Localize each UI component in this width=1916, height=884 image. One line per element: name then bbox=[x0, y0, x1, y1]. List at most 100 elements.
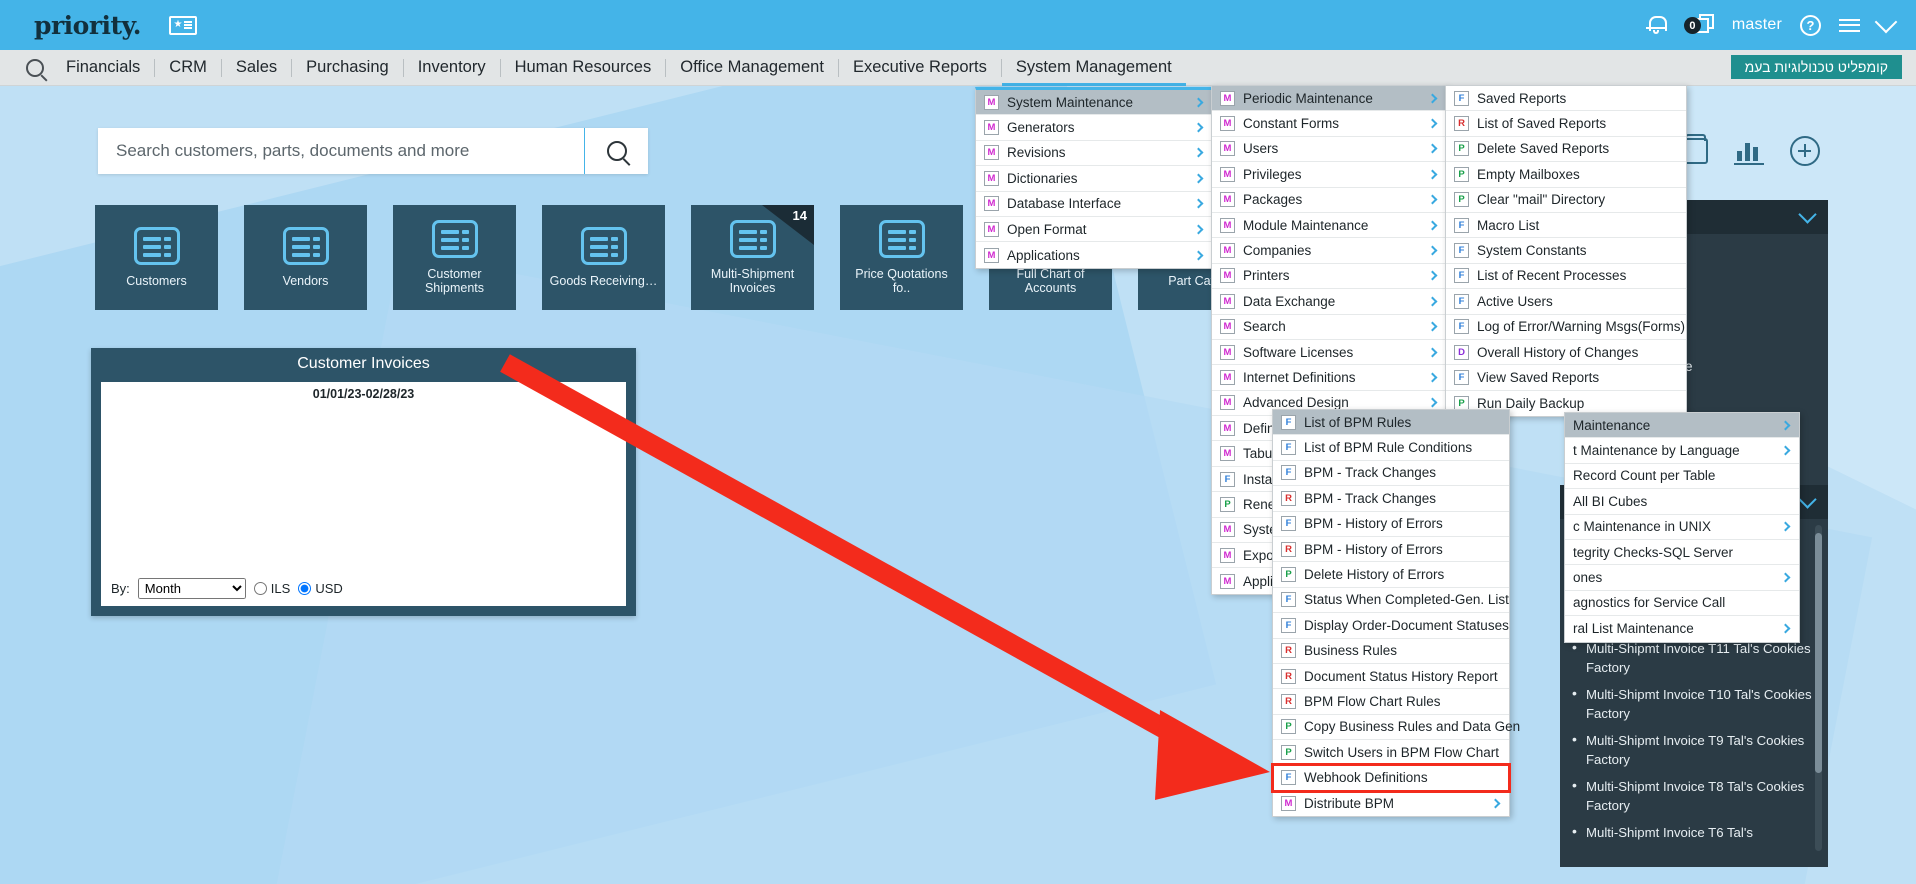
menu-item[interactable]: F Log of Error/Warning Msgs(Forms) bbox=[1446, 315, 1686, 340]
messages-icon[interactable]: 0 bbox=[1683, 13, 1714, 37]
menu-item[interactable]: P Empty Mailboxes bbox=[1446, 162, 1686, 188]
menu-item[interactable]: P Copy Business Rules and Data Gen bbox=[1273, 715, 1520, 741]
menu-item[interactable]: M Search bbox=[1212, 315, 1446, 340]
menu-item[interactable]: P Delete History of Errors bbox=[1273, 562, 1509, 588]
menu-item[interactable]: R List of Saved Reports bbox=[1446, 111, 1686, 137]
menu-item[interactable]: D Overall History of Changes bbox=[1446, 340, 1686, 366]
tile-customer-shipments[interactable]: Customer Shipments bbox=[393, 205, 516, 310]
menu-item[interactable]: P Clear "mail" Directory bbox=[1446, 188, 1686, 213]
menu-item[interactable]: M Revisions bbox=[976, 141, 1212, 167]
menu-item[interactable]: F BPM - History of Errors bbox=[1273, 512, 1509, 537]
menu-item[interactable]: P Delete Saved Reports bbox=[1446, 137, 1686, 163]
notification-bell-icon[interactable] bbox=[1645, 14, 1667, 36]
menu-item[interactable]: M Privileges bbox=[1212, 162, 1446, 188]
help-icon[interactable]: ? bbox=[1800, 14, 1821, 36]
menu-item[interactable]: F Webhook Definitions bbox=[1271, 763, 1511, 793]
menu-item[interactable]: All BI Cubes bbox=[1565, 489, 1799, 515]
menu-item[interactable]: M Module Maintenance bbox=[1212, 213, 1446, 239]
menu-item[interactable]: M Software Licenses bbox=[1212, 340, 1446, 366]
menu-item[interactable]: tegrity Checks-SQL Server bbox=[1565, 540, 1799, 566]
notification-item[interactable]: Multi-Shipmt Invoice T10 Tal's Cookies F… bbox=[1572, 684, 1818, 723]
menu-item[interactable]: F List of BPM Rules bbox=[1273, 410, 1509, 436]
menu-item[interactable]: M Applications bbox=[976, 242, 1212, 267]
menu-item[interactable]: F List of BPM Rule Conditions bbox=[1273, 435, 1509, 461]
menu-item[interactable]: Record Count per Table bbox=[1565, 464, 1799, 490]
menu-item[interactable]: F Saved Reports bbox=[1446, 86, 1686, 112]
chart-icon[interactable] bbox=[1734, 137, 1764, 165]
menu-item[interactable]: M Packages bbox=[1212, 188, 1446, 213]
menubar-item-office-management[interactable]: Office Management bbox=[666, 50, 838, 85]
tile-vendors[interactable]: Vendors bbox=[244, 205, 367, 310]
menu-item[interactable]: t Maintenance by Language bbox=[1565, 438, 1799, 464]
tile-label: Vendors bbox=[282, 274, 329, 288]
currency-option-ils[interactable]: ILS bbox=[253, 581, 290, 596]
username-label[interactable]: master bbox=[1732, 16, 1782, 34]
menubar-item-sales[interactable]: Sales bbox=[222, 50, 291, 85]
menubar-item-purchasing[interactable]: Purchasing bbox=[292, 50, 403, 85]
menu-item[interactable]: M Dictionaries bbox=[976, 166, 1212, 192]
menu-item[interactable]: M Open Format bbox=[976, 217, 1212, 243]
menu-item[interactable]: R BPM Flow Chart Rules bbox=[1273, 689, 1509, 715]
menubar-item-inventory[interactable]: Inventory bbox=[404, 50, 500, 85]
search-input[interactable] bbox=[98, 128, 584, 174]
menubar-item-system-management[interactable]: System Management bbox=[1001, 50, 1186, 86]
menu-item[interactable]: P Switch Users in BPM Flow Chart bbox=[1273, 740, 1509, 766]
menu-item[interactable]: M Periodic Maintenance bbox=[1212, 86, 1446, 112]
radio-usd[interactable] bbox=[298, 582, 312, 595]
tile-multi-shipment-invoices[interactable]: 14 Multi-Shipment Invoices bbox=[691, 205, 814, 310]
tile-customers[interactable]: Customers bbox=[95, 205, 218, 310]
menu-item[interactable]: M Internet Definitions bbox=[1212, 365, 1446, 391]
menu-item[interactable]: ral List Maintenance bbox=[1565, 616, 1799, 641]
menu-item[interactable]: F Active Users bbox=[1446, 289, 1686, 315]
add-icon[interactable] bbox=[1790, 136, 1820, 166]
menu-item[interactable]: F List of Recent Processes bbox=[1446, 264, 1686, 290]
priority-logo[interactable]: priority. bbox=[34, 11, 141, 40]
menu-item[interactable]: R Document Status History Report bbox=[1273, 664, 1509, 690]
menu-item[interactable]: F Display Order-Document Statuses bbox=[1273, 613, 1509, 639]
menu-item[interactable]: M Generators bbox=[976, 115, 1212, 141]
menu-item[interactable]: agnostics for Service Call bbox=[1565, 591, 1799, 617]
menu-item[interactable]: Maintenance bbox=[1565, 413, 1799, 439]
chevron-down-icon[interactable] bbox=[1798, 204, 1817, 224]
menu-item[interactable]: ones bbox=[1565, 565, 1799, 591]
hamburger-menu-icon[interactable] bbox=[1839, 18, 1860, 32]
by-label: By: bbox=[111, 581, 130, 596]
menu-item[interactable]: M Printers bbox=[1212, 264, 1446, 290]
notification-item[interactable]: Multi-Shipmt Invoice T11 Tal's Cookies F… bbox=[1572, 638, 1818, 677]
notification-item[interactable]: Multi-Shipmt Invoice T8 Tal's Cookies Fa… bbox=[1572, 776, 1818, 815]
menubar-item-financials[interactable]: Financials bbox=[52, 50, 154, 85]
menu-item[interactable]: M Users bbox=[1212, 137, 1446, 163]
search-icon[interactable] bbox=[26, 58, 44, 77]
menu-item[interactable]: R Business Rules bbox=[1273, 639, 1509, 664]
menu-item[interactable]: M Data Exchange bbox=[1212, 289, 1446, 315]
group-by-select[interactable]: MonthQuarterYearWeek bbox=[137, 578, 246, 599]
radio-ils[interactable] bbox=[253, 582, 267, 595]
menubar-item-human-resources[interactable]: Human Resources bbox=[501, 50, 666, 85]
menubar-item-executive-reports[interactable]: Executive Reports bbox=[839, 50, 1001, 85]
menu-item[interactable]: F Status When Completed-Gen. List bbox=[1273, 588, 1509, 614]
menu-item[interactable]: F View Saved Reports bbox=[1446, 365, 1686, 391]
menu-item[interactable]: M System Maintenance bbox=[976, 90, 1212, 116]
notification-item[interactable]: Multi-Shipmt Invoice T9 Tal's Cookies Fa… bbox=[1572, 730, 1818, 769]
chevron-down-icon[interactable] bbox=[1874, 10, 1898, 33]
chevron-down-icon[interactable] bbox=[1798, 489, 1817, 509]
scrollbar-thumb[interactable] bbox=[1815, 533, 1822, 773]
menu-item[interactable]: c Maintenance in UNIX bbox=[1565, 515, 1799, 540]
menu-item[interactable]: F BPM - Track Changes bbox=[1273, 461, 1509, 487]
tile-price-quotations-fo[interactable]: Price Quotations fo.. bbox=[840, 205, 963, 310]
menu-item[interactable]: M Distribute BPM bbox=[1273, 791, 1509, 816]
currency-option-usd[interactable]: USD bbox=[298, 581, 343, 596]
menu-item[interactable]: F Macro List bbox=[1446, 213, 1686, 239]
notification-item[interactable]: Multi-Shipmt Invoice T6 Tal's bbox=[1572, 822, 1818, 842]
tile-goods-receiving[interactable]: Goods Receiving… bbox=[542, 205, 665, 310]
menu-item[interactable]: M Companies bbox=[1212, 238, 1446, 264]
favorites-icon[interactable]: ★ bbox=[168, 15, 197, 35]
scrollbar[interactable] bbox=[1815, 525, 1822, 851]
menu-item[interactable]: M Database Interface bbox=[976, 192, 1212, 217]
menu-item[interactable]: R BPM - Track Changes bbox=[1273, 486, 1509, 512]
menubar-item-crm[interactable]: CRM bbox=[155, 50, 221, 85]
menu-item[interactable]: R BPM - History of Errors bbox=[1273, 537, 1509, 563]
menu-item[interactable]: M Constant Forms bbox=[1212, 111, 1446, 137]
search-submit-button[interactable] bbox=[584, 128, 648, 174]
menu-item[interactable]: F System Constants bbox=[1446, 238, 1686, 264]
